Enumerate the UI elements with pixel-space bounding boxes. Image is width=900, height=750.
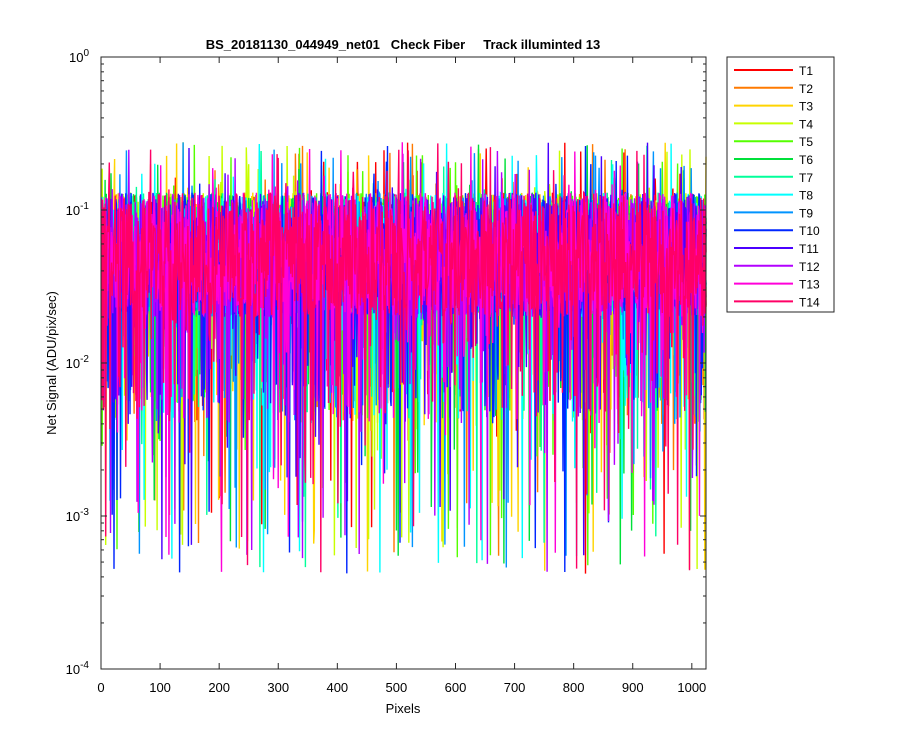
legend: T1 T2 T3 T4 T5 T6 T7 T8 T9 T10 T11 T12 T13 T14: [726, 56, 835, 313]
legend-label-t1: T1: [799, 64, 813, 78]
y-axis-label: Net Signal (ADU/pix/sec): [44, 291, 59, 435]
x-tick-label: 600: [445, 680, 467, 695]
x-tick-label: 1000: [677, 680, 706, 695]
x-tick-label: 500: [386, 680, 408, 695]
legend-label-t6: T6: [799, 153, 813, 167]
legend-label-t13: T13: [799, 278, 820, 292]
legend-label-t3: T3: [799, 100, 813, 114]
legend-label-t2: T2: [799, 82, 813, 96]
x-tick-label: 700: [504, 680, 526, 695]
x-axis-label: Pixels: [386, 701, 421, 716]
legend-label-t11: T11: [799, 242, 819, 256]
x-tick-label: 800: [563, 680, 585, 695]
x-tick-label: 200: [208, 680, 230, 695]
x-tick-label: 900: [622, 680, 644, 695]
legend-label-t14: T14: [799, 295, 820, 309]
x-tick-label: 100: [149, 680, 171, 695]
x-tick-label: 300: [267, 680, 289, 695]
chart-figure: BS_20181130_044949_net01 Check Fiber Tra…: [0, 0, 900, 750]
legend-label-t12: T12: [799, 260, 820, 274]
legend-label-t4: T4: [799, 117, 813, 131]
x-tick-label: 400: [326, 680, 348, 695]
x-tick-label: 0: [97, 680, 104, 695]
legend-label-t9: T9: [799, 206, 813, 220]
legend-label-t10: T10: [799, 224, 820, 238]
legend-label-t7: T7: [799, 171, 813, 185]
chart-title: BS_20181130_044949_net01 Check Fiber Tra…: [206, 37, 601, 52]
legend-label-t8: T8: [799, 189, 813, 203]
legend-label-t5: T5: [799, 135, 813, 149]
